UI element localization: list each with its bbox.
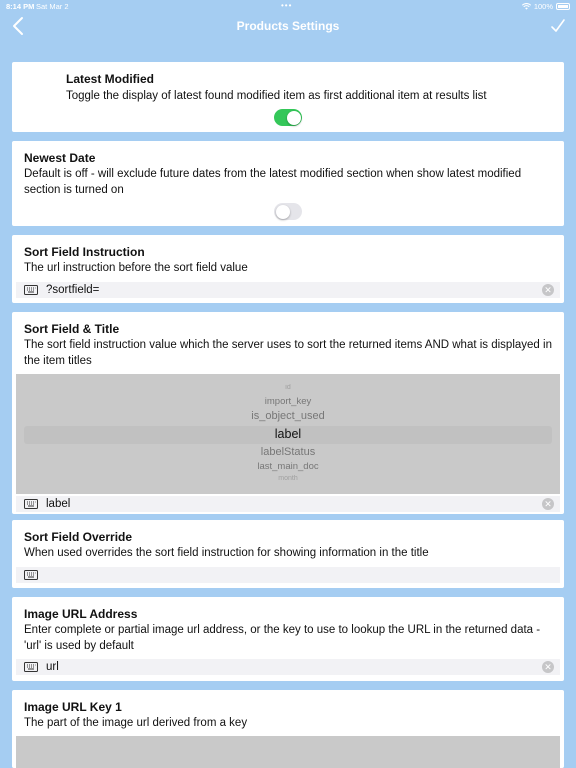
checkmark-icon[interactable] <box>550 18 566 34</box>
image-url-address-field: ✕ <box>16 659 560 675</box>
sort-field-picker[interactable]: id import_key is_object_used label label… <box>16 374 560 494</box>
sort-field-override-desc: When used overrides the sort field instr… <box>24 547 429 559</box>
navigation-bar: Products Settings <box>0 12 576 42</box>
keyboard-icon[interactable] <box>24 499 38 509</box>
newest-date-title: Newest Date <box>24 151 96 165</box>
image-url-key-1-title: Image URL Key 1 <box>24 700 122 714</box>
image-url-key-1-desc: The part of the image url derived from a… <box>24 717 248 729</box>
sort-field-title-desc: The sort field instruction value which t… <box>24 339 552 367</box>
sort-field-title-input[interactable] <box>46 496 526 512</box>
battery-icon <box>556 3 570 10</box>
status-time: 8:14 PM <box>6 2 35 11</box>
latest-modified-card: Latest Modified Toggle the display of la… <box>12 62 564 132</box>
picker-option[interactable]: is_object_used <box>16 410 560 422</box>
sort-field-override-input[interactable] <box>46 567 526 583</box>
sort-field-override-field <box>16 567 560 583</box>
image-url-address-input[interactable] <box>46 659 526 675</box>
sort-field-instruction-field: ✕ <box>16 282 560 298</box>
newest-date-toggle[interactable] <box>274 203 302 220</box>
sort-field-instruction-desc: The url instruction before the sort fiel… <box>24 262 248 274</box>
clear-icon[interactable]: ✕ <box>542 498 554 510</box>
newest-date-desc: Default is off - will exclude future dat… <box>24 168 522 196</box>
picker-option[interactable]: id <box>16 384 560 391</box>
toggle-knob <box>286 110 301 125</box>
sort-field-override-card: Sort Field Override When used overrides … <box>12 520 564 588</box>
sort-field-title-title: Sort Field & Title <box>24 322 120 336</box>
latest-modified-desc: Toggle the display of latest found modif… <box>66 90 487 102</box>
status-date: Sat Mar 2 <box>36 2 69 11</box>
wifi-icon <box>521 3 531 10</box>
latest-modified-title: Latest Modified <box>66 72 155 86</box>
picker-option[interactable]: last_main_doc <box>16 461 560 472</box>
picker-option[interactable]: import_key <box>16 396 560 407</box>
toggle-knob <box>275 204 290 219</box>
image-url-address-title: Image URL Address <box>24 607 138 621</box>
image-url-key-1-picker[interactable] <box>16 736 560 768</box>
battery-percent: 100% <box>533 2 553 11</box>
image-url-address-desc: Enter complete or partial image url addr… <box>24 624 541 652</box>
clear-icon[interactable]: ✕ <box>542 661 554 673</box>
status-right: 100% <box>521 2 570 11</box>
newest-date-card: Newest Date Default is off - will exclud… <box>12 141 564 226</box>
sort-field-instruction-title: Sort Field Instruction <box>24 245 145 259</box>
sort-field-override-title: Sort Field Override <box>24 530 133 544</box>
sort-field-title-card: Sort Field & Title The sort field instru… <box>12 312 564 514</box>
picker-option[interactable]: labelStatus <box>16 446 560 458</box>
keyboard-icon[interactable] <box>24 570 38 580</box>
image-url-key-1-card: Image URL Key 1 The part of the image ur… <box>12 690 564 768</box>
multitasking-dots-icon[interactable]: ••• <box>281 1 292 10</box>
page-title: Products Settings <box>236 19 340 33</box>
sort-field-title-field: ✕ <box>16 496 560 512</box>
image-url-address-card: Image URL Address Enter complete or part… <box>12 597 564 681</box>
picker-option[interactable]: month <box>16 475 560 482</box>
picker-option-selected[interactable]: label <box>16 427 560 441</box>
clear-icon[interactable]: ✕ <box>542 284 554 296</box>
status-bar: 8:14 PM Sat Mar 2 ••• 100% <box>0 0 576 12</box>
keyboard-icon[interactable] <box>24 285 38 295</box>
sort-field-instruction-input[interactable] <box>46 282 526 298</box>
keyboard-icon[interactable] <box>24 662 38 672</box>
latest-modified-toggle[interactable] <box>274 109 302 126</box>
sort-field-instruction-card: Sort Field Instruction The url instructi… <box>12 235 564 303</box>
